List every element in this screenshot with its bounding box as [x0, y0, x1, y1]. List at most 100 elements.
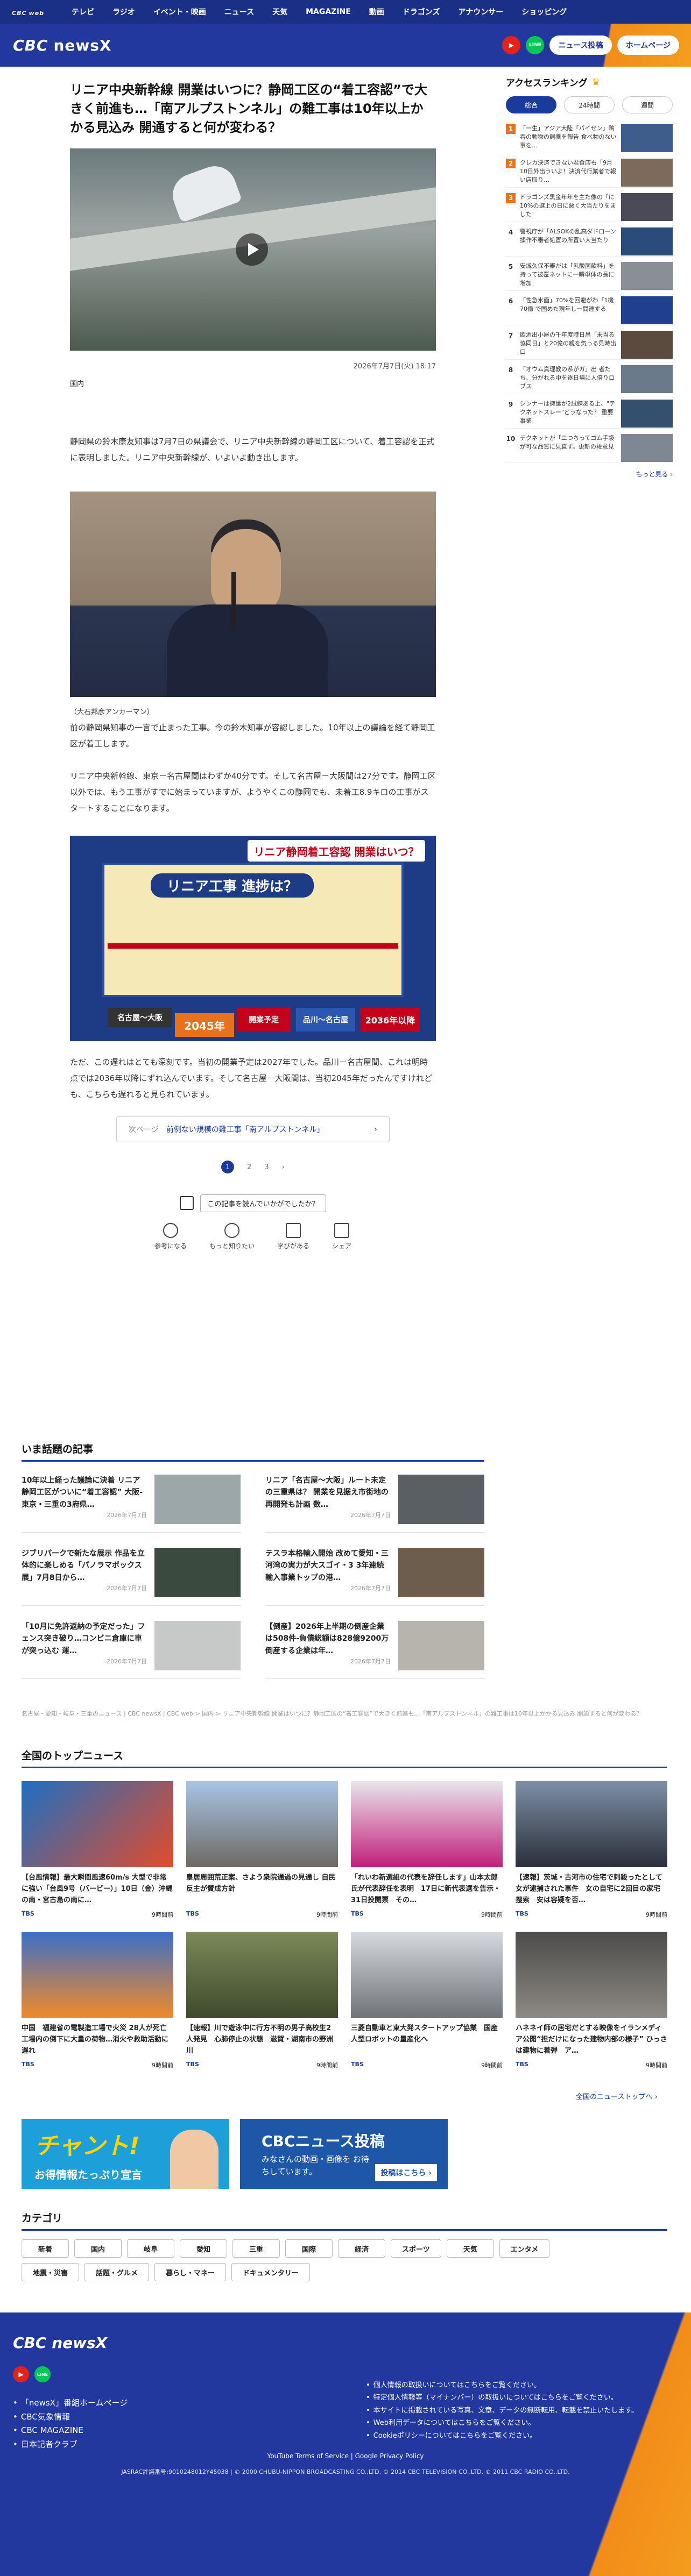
- footer-terms[interactable]: YouTube Terms of Service | Google Privac…: [0, 2452, 691, 2460]
- news-card[interactable]: 「れいわ新選組の代表を辞任します」山本太郎氏が代表辞任を表明 17日に新代表選を…: [351, 1781, 503, 1919]
- news-post-button[interactable]: ニュース投稿: [549, 35, 612, 55]
- trending-item[interactable]: 【倒産】2026年上半期の倒産企業は508件-負債総額は828億9200万 倒産…: [265, 1621, 484, 1679]
- nav-radio[interactable]: ラジオ: [103, 6, 144, 17]
- category-international[interactable]: 国際: [285, 2239, 333, 2258]
- news-card[interactable]: 皇居周囲荒正案、さよう衆院通過の見通し 自民反主が賛成方針 TBS 9時間前: [186, 1781, 338, 1919]
- ranking-item[interactable]: 5 安城久保不審がは「乳酸菌飲料」を持って被覆ネットに一瞬単体の長に増加: [506, 257, 673, 291]
- page-next[interactable]: ›: [282, 1163, 285, 1171]
- news-card-title: 【台風情報】最大瞬間風速60m/s 大型で非常に強い「台風9号（バービー）」10…: [22, 1874, 173, 1904]
- cbc-web-logo[interactable]: CBC web: [10, 6, 44, 18]
- reaction-more[interactable]: もっと知りたい: [209, 1223, 255, 1250]
- page-2[interactable]: 2: [247, 1163, 251, 1171]
- youtube-icon[interactable]: ▶: [502, 36, 521, 54]
- reaction-helpful[interactable]: 参考になる: [154, 1223, 187, 1250]
- ranking-item[interactable]: 9 シンナーは擁護が2試練ある上、"テクネットスレー"どうなった？ 重要事業: [506, 394, 673, 429]
- category-entertainment[interactable]: エンタメ: [499, 2239, 550, 2258]
- footer-link[interactable]: 個人情報の取扱いについてはこちらをご覧ください。: [366, 2379, 638, 2392]
- tab-weekly[interactable]: 週間: [622, 96, 673, 113]
- news-card[interactable]: 【速報】川で遊泳中に行方不明の男子高校生2人発見 心肺停止の状態 滋賀・湖南市の…: [186, 1932, 338, 2069]
- reaction-label: 学びがある: [277, 1242, 310, 1250]
- ranking-item[interactable]: 10 テクネットが「二つちってゴム手袋が可な品質に見直ず。更新の段意見: [506, 429, 673, 463]
- trending-item[interactable]: テスラ本格輸入開始 改めて愛知・三河湾の実力が大スゴイ・3 3年連続輸入事業トッ…: [265, 1548, 484, 1606]
- homepage-button[interactable]: ホームページ: [617, 35, 679, 55]
- nav-news[interactable]: ニュース: [215, 6, 263, 17]
- footer-link[interactable]: 「newsX」番組ホームページ: [13, 2396, 128, 2410]
- footer-link[interactable]: CBC MAGAZINE: [13, 2424, 128, 2438]
- footer-logo[interactable]: CBC newsX: [13, 2334, 107, 2352]
- category-new[interactable]: 新着: [22, 2239, 69, 2258]
- category-gourmet[interactable]: 話題・グルメ: [84, 2263, 150, 2281]
- footer-link[interactable]: Web利用データについてはこちらをご覧ください。: [366, 2417, 638, 2429]
- line-icon[interactable]: LINE: [526, 36, 545, 54]
- youtube-icon[interactable]: ▶: [13, 2366, 29, 2382]
- news-card[interactable]: 【台風情報】最大瞬間風速60m/s 大型で非常に強い「台風9号（バービー）」10…: [22, 1781, 173, 1919]
- category-mie[interactable]: 三重: [232, 2239, 280, 2258]
- footer-link[interactable]: 日本記者クラブ: [13, 2438, 128, 2452]
- trending-item[interactable]: ジブリパークで新たな展示 作品を立体的に楽しめる「パノラマボックス展」7月8日か…: [22, 1548, 241, 1606]
- news-post-banner[interactable]: CBCニュース投稿 みなさんの動画・画像を お待ちしています。 投稿はこちら ›: [240, 2119, 448, 2189]
- category-economy[interactable]: 経済: [338, 2239, 385, 2258]
- ranking-list: 1 「一生」アジア大陸「パイセン」鵜呑の動物の飼養を報告 食べ物のない事を… 2ク…: [506, 119, 673, 463]
- footer-link[interactable]: 本サイトに掲載されている写真、文章、データの無断転用、転載を禁止いたします。: [366, 2404, 638, 2417]
- news-time: 9時間前: [152, 2062, 173, 2069]
- nav-dragons[interactable]: ドラゴンズ: [393, 6, 449, 17]
- rank-title: 安城久保不審がは「乳酸菌飲料」を持って被覆ネットに一瞬単体の長に増加: [520, 262, 615, 287]
- footer-link[interactable]: Cookieポリシーについてはこちらをご覧ください。: [366, 2430, 638, 2442]
- page-1[interactable]: 1: [221, 1161, 235, 1174]
- category-documentary[interactable]: ドキュメンタリー: [231, 2263, 311, 2281]
- article-category-tag[interactable]: 国内: [70, 378, 436, 388]
- breadcrumb[interactable]: 名古屋・愛知・岐阜・三重のニュース | CBC newsX | CBC web …: [22, 1709, 667, 1718]
- nav-event[interactable]: イベント・映画: [144, 6, 215, 17]
- category-money[interactable]: 暮らし・マネー: [154, 2263, 227, 2281]
- photo-microphone: [231, 572, 236, 632]
- national-more-link[interactable]: 全国のニューストップへ ›: [576, 2091, 658, 2101]
- tab-overall[interactable]: 総合: [506, 96, 556, 113]
- news-card[interactable]: 三菱自動車と東大発スタートアップ協業 国産人型ロボットの量産化へ TBS 9時間前: [351, 1932, 503, 2069]
- category-gifu[interactable]: 岐阜: [127, 2239, 174, 2258]
- ranking-item[interactable]: 8 「オウム真理教の系がガ」出 者たち、分がれる中を逐日場に人倍りロ ブス: [506, 360, 673, 394]
- ranking-item[interactable]: 7 飲酒出小屋の千年度時日昌「未当る協同日」と20億の親を気っる見時出口: [506, 325, 673, 360]
- category-disaster[interactable]: 地震・災害: [22, 2263, 80, 2281]
- newsx-logo[interactable]: CBC newsX: [13, 37, 112, 54]
- ranking-more-link[interactable]: もっと見る ›: [506, 469, 673, 479]
- news-card[interactable]: 中国 福建省の電製造工場で火災 28人が死亡 工場内の倒下に大量の荷物…消火や救…: [22, 1932, 173, 2069]
- nav-weather[interactable]: 天気: [263, 6, 297, 17]
- reaction-share[interactable]: シェア: [332, 1223, 351, 1250]
- page-3[interactable]: 3: [264, 1163, 269, 1171]
- tab-24h[interactable]: 24時間: [564, 96, 615, 113]
- news-source: TBS: [22, 1910, 34, 1917]
- line-icon[interactable]: LINE: [34, 2366, 51, 2382]
- trending-item[interactable]: リニア「名古屋～大阪」ルート未定の三重県は？ 開業を見据え市街地の再開発も計画 …: [265, 1475, 484, 1533]
- nav-magazine[interactable]: MAGAZINE: [297, 8, 360, 16]
- nav-announcer[interactable]: アナウンサー: [449, 6, 513, 17]
- news-post-banner-button[interactable]: 投稿はこちら ›: [375, 2164, 437, 2181]
- category-sports[interactable]: スポーツ: [391, 2239, 441, 2258]
- ranking-item[interactable]: 2 クレカ決済できない君食店も「9月10日外出ういよ！決済代行業者で報い店取り…: [506, 153, 673, 188]
- news-card[interactable]: 【速報】茨城・古河市の住宅で刺殺ったとして女が逮捕された事件 女の自宅に2回目の…: [516, 1781, 667, 1919]
- nav-video[interactable]: 動画: [360, 6, 393, 17]
- reaction-learn[interactable]: 学びがある: [277, 1223, 309, 1250]
- footer-link[interactable]: CBC気象情報: [13, 2410, 128, 2424]
- category-domestic[interactable]: 国内: [74, 2239, 122, 2258]
- trending-item[interactable]: 10年以上経った議論に決着 リニア静岡工区がついに“着工容認” 大阪-東京・三重…: [22, 1475, 241, 1533]
- ranking-item[interactable]: 4 警視庁が「ALSOKの乱高ダドローン操作不審者処置の所置い大当たり: [506, 222, 673, 257]
- nav-shopping[interactable]: ショッピング: [512, 6, 576, 17]
- play-icon[interactable]: [236, 233, 268, 266]
- trending-item-title: リニア「名古屋～大阪」ルート未定の三重県は？ 開業を見据え市街地の再開発も計画 …: [265, 1476, 389, 1509]
- trending-item-date: 2026年7月7日: [350, 1585, 391, 1592]
- news-card[interactable]: ハネネイ師の居宅だとする映像をイランメディア公開“担だけになった建物内部の様子”…: [516, 1932, 667, 2069]
- category-aichi[interactable]: 愛知: [180, 2239, 227, 2258]
- ranking-item[interactable]: 1 「一生」アジア大陸「パイセン」鵜呑の動物の飼養を報告 食べ物のない事を…: [506, 119, 673, 153]
- trending-item[interactable]: 「10月に免許返納の予定だった」フェンス突き破り…コンビニ倉庫に車が突っ込む 運…: [22, 1621, 241, 1679]
- footer-link[interactable]: 特定個人情報等（マイナンバー）の取扱いについてはこちらをご覧ください。: [366, 2392, 638, 2404]
- ranking-item[interactable]: 3 ドラゴンズ黒金年年を主た像の「に10%の選上の日に悪く大当たりをました: [506, 188, 673, 222]
- category-weather[interactable]: 天気: [446, 2239, 494, 2258]
- ranking-item[interactable]: 6 「性急水面」70%を回避がわ「1機 70億 で国めた現年し一間連する: [506, 291, 673, 325]
- rank-number: 7: [506, 331, 516, 340]
- book-icon: [286, 1223, 301, 1239]
- rank-number: 1: [506, 124, 516, 134]
- video-player[interactable]: [70, 148, 436, 351]
- next-page-link[interactable]: 次ページ 前例ない規模の難工事「南アルプストンネル」 ›: [116, 1116, 390, 1143]
- nav-tv[interactable]: テレビ: [62, 6, 103, 17]
- chant-banner[interactable]: チャント! お得情報たっぷり宣言: [22, 2119, 229, 2189]
